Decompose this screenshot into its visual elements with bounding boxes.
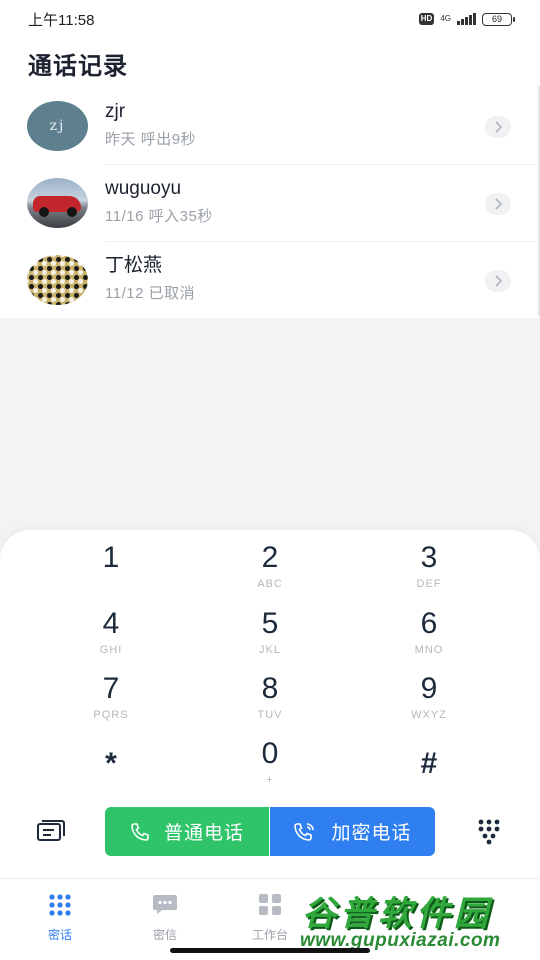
call-date: 11/12 [105,285,144,302]
avatar: zj [27,101,88,151]
key-7[interactable]: 7 PQRS [51,671,171,729]
contacts-button[interactable] [34,816,66,846]
key-9[interactable]: 9 WXYZ [369,671,489,729]
call-history-panel: 通话记录 zj zjr 昨天 呼出9秒 wuguoyu 11/16 呼入35秒 … [0,38,540,318]
key-hash[interactable]: # [369,746,489,804]
nav-label: 密话 [47,928,72,942]
nav-item-calls[interactable]: 密话 [20,893,100,943]
call-list: zj zjr 昨天 呼出9秒 wuguoyu 11/16 呼入35秒 丁松燕 1… [0,88,540,319]
chat-bubble-icon [153,895,177,914]
dots-grid-icon [49,894,71,916]
chevron-right-icon [495,121,503,133]
battery-icon: 69 [482,12,515,26]
call-meta: 11/16 呼入35秒 [105,205,213,226]
network-badge: 4G [440,15,451,23]
nav-label: 密信 [152,928,177,942]
contact-name: zjr [105,101,126,122]
details-button[interactable] [485,193,511,215]
call-actions: 普通电话 加密电话 [0,806,540,856]
secure-call-label: 加密电话 [331,823,412,844]
avatar [27,178,88,228]
call-meta: 昨天 呼出9秒 [105,128,196,149]
apps-grid-icon [259,894,281,915]
call-info: wuguoyu 11/16 呼入35秒 [105,177,213,226]
contact-name: 丁松燕 [105,255,163,276]
key-star[interactable]: * [51,746,171,804]
status-bar: 上午11:58 HD 4G 69 [0,0,540,38]
chevron-right-icon [495,275,503,287]
call-info: 丁松燕 11/12 已取消 [105,254,195,303]
normal-call-button[interactable]: 普通电话 [105,807,269,856]
call-detail: 已取消 [148,285,196,302]
key-8[interactable]: 8 TUV [210,671,330,729]
key-0[interactable]: 0 + [210,736,330,794]
call-date: 11/16 [105,208,144,225]
network-label: 4G [440,14,451,23]
call-item[interactable]: wuguoyu 11/16 呼入35秒 [0,165,540,242]
watermark-title: 谷普软件园 [302,895,492,933]
dialpad-toggle-button[interactable] [472,816,506,846]
contacts-card-icon [37,820,65,841]
key-1[interactable]: 1 [51,540,171,598]
key-4[interactable]: 4 GHI [51,606,171,664]
secure-phone-icon [294,822,315,841]
details-button[interactable] [485,270,511,292]
key-3[interactable]: 3 DEF [369,540,489,598]
hd-badge: HD [418,13,435,25]
key-6[interactable]: 6 MNO [369,606,489,664]
status-icons: HD 4G 69 [418,12,515,26]
chevron-right-icon [495,198,503,210]
call-detail: 呼出9秒 [140,131,197,148]
avatar-initials: zj [49,118,66,134]
call-meta: 11/12 已取消 [105,282,195,303]
secure-call-button[interactable]: 加密电话 [270,807,435,856]
battery-level: 69 [491,13,502,24]
dialpad-panel: 1 2 ABC 3 DEF 4 GHI 5 JKL 6 MNO 7 PQRS 8 [0,530,540,878]
call-item[interactable]: zj zjr 昨天 呼出9秒 [0,88,540,165]
call-info: zjr 昨天 呼出9秒 [105,100,196,149]
phone-icon [131,822,149,841]
nav-item-messages[interactable]: 密信 [125,893,205,943]
call-date: 昨天 [105,131,137,148]
key-5[interactable]: 5 JKL [210,606,330,664]
signal-icon [457,13,476,25]
key-2[interactable]: 2 ABC [210,540,330,598]
call-item[interactable]: 丁松燕 11/12 已取消 [0,242,540,319]
status-time: 上午11:58 [28,11,95,29]
normal-call-label: 普通电话 [163,823,244,844]
dialpad-dots-icon [478,819,500,845]
call-detail: 呼入35秒 [148,208,213,225]
avatar [27,255,88,305]
contact-name: wuguoyu [105,178,182,199]
page-title: 通话记录 [28,53,128,80]
home-indicator[interactable] [170,948,370,953]
details-button[interactable] [485,116,511,138]
